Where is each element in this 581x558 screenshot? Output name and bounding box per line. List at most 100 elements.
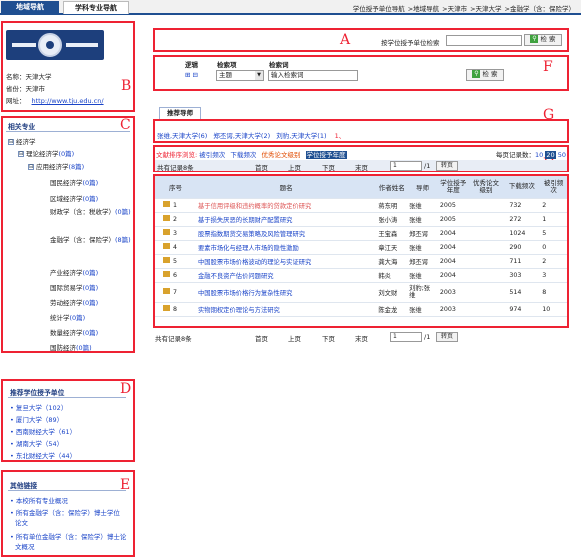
page-number-input-bottom[interactable]: 1 [390,332,422,342]
row-title-link[interactable]: 股票指数期货交易策略及风险管理研究 [195,226,377,241]
row-author[interactable]: 刘文财 [376,282,408,303]
row-author[interactable]: 蒋东明 [376,198,408,213]
remove-row-icon[interactable]: ⊟ [193,71,198,79]
pager-prev-bottom[interactable]: 上页 [288,333,301,343]
sort-by-citations[interactable]: 被引频次 [199,151,225,159]
col-header-year[interactable]: 学位授予年度 [437,176,469,199]
row-advisor[interactable]: 张维 [407,302,438,317]
other-link-item[interactable]: 所有单位金融学（含：保险学）博士论 [10,531,127,541]
recommend-item[interactable]: 东北财经大学（44） [10,450,76,460]
other-link-item-cont[interactable]: 论文 [15,517,28,527]
tree-item-regional-economics[interactable]: 区域经济学(0篇) [50,193,98,203]
row-advisor[interactable]: 郑丕谔 [407,254,438,269]
per-page-10[interactable]: 10 [535,151,543,159]
term-input[interactable]: 输入检索词 [268,70,358,81]
recommend-item[interactable]: 湖南大学（54） [10,438,63,448]
goto-page-button[interactable]: 转页 [436,161,458,171]
advisor-tab[interactable]: 推荐导师 [159,107,201,119]
field-select[interactable]: 主题 ▼ [216,70,264,81]
table-row[interactable]: 8 实物期权定价理论与方法研究 陈金龙 张维 2003 974 10 [155,302,567,317]
col-header-citations[interactable]: 被引频次 [540,176,567,199]
table-row[interactable]: 4 要素市场化与经理人市场的隐性激励 章江天 张维 2004 290 0 [155,240,567,255]
page-number-input[interactable]: 1 [390,161,422,171]
other-link-item[interactable]: 本校所有专业概况 [10,495,68,505]
per-page-20[interactable]: 20 [545,151,556,159]
row-author[interactable]: 龚大海 [376,254,408,269]
advisor-link[interactable]: 郑丕谔,天津大学(2) [213,132,270,140]
tree-item-industrial-economics[interactable]: 产业经济学(0篇) [50,267,98,277]
tab-subject-nav[interactable]: 学科专业导航 [63,1,129,14]
breadcrumb-item[interactable]: >天津市 [442,5,467,13]
row-title-link[interactable]: 金融不良资产估价问题研究 [195,268,377,283]
add-row-icon[interactable]: ⊞ [185,71,190,79]
table-row[interactable]: 2 基于损失厌恶的长期财产配置研究 张小涛 张维 2005 272 1 [155,212,567,227]
pager-last-bottom[interactable]: 末页 [355,333,368,343]
adv-search-button[interactable]: ⚲ 检 索 [466,69,504,81]
row-title-link[interactable]: 基于损失厌恶的长期财产配置研究 [195,212,377,227]
pager-last[interactable]: 末页 [355,162,368,172]
breadcrumb-item[interactable]: >地域导航 [408,5,439,13]
row-title-link[interactable]: 中国股票市场价格行为复杂性研究 [195,282,377,303]
unit-search-button[interactable]: ⚲ 检 索 [524,34,562,46]
goto-page-button-bottom[interactable]: 转页 [436,332,458,342]
sort-by-year[interactable]: 学位授予年度 [305,151,347,159]
per-page-50[interactable]: 50 [558,151,566,159]
advisor-link[interactable]: 张维,天津大学(6) [157,132,207,140]
pager-first-bottom[interactable]: 首页 [255,333,268,343]
table-row[interactable]: 5 中国股票市场价格波动的理论与实证研究 龚大海 郑丕谔 2004 711 2 [155,254,567,269]
col-header-level[interactable]: 优秀论文级别 [468,176,504,199]
tree-item-public-finance[interactable]: 财政学（含：税收学）(0篇) [50,208,132,217]
advisor-link[interactable]: 刘豹,天津大学(1) [276,132,326,140]
tree-item-statistics[interactable]: 统计学(0篇) [50,312,85,322]
pager-prev[interactable]: 上页 [288,162,301,172]
tab-region-nav[interactable]: 地域导航 [1,1,59,14]
row-title-link[interactable]: 实物期权定价理论与方法研究 [195,302,377,317]
col-header-downloads[interactable]: 下载频次 [503,176,541,199]
website-link[interactable]: http://www.tju.edu.cn/ [32,97,104,105]
table-row[interactable]: 7 中国股票市场价格行为复杂性研究 刘文财 刘豹;张维 2003 514 8 [155,282,567,303]
tree-item-economics[interactable]: ⊟ 经济学 [8,136,36,146]
recommend-item[interactable]: 复旦大学（102） [10,402,67,412]
collapse-icon[interactable]: ⊟ [28,164,34,170]
tree-item-national-economics[interactable]: 国民经济学(0篇) [50,177,98,187]
row-author[interactable]: 章江天 [376,240,408,255]
breadcrumb-item[interactable]: 学位授予单位导航 [353,5,405,13]
table-row[interactable]: 3 股票指数期货交易策略及风险管理研究 王宝森 郑丕谔 2004 1024 5 [155,226,567,241]
tree-item-finance[interactable]: 金融学（含：保险学）(8篇) [50,236,132,245]
recommend-item[interactable]: 厦门大学（89） [10,414,63,424]
row-title-link[interactable]: 要素市场化与经理人市场的隐性激励 [195,240,377,255]
row-author[interactable]: 王宝森 [376,226,408,241]
row-advisor[interactable]: 张维 [407,268,438,283]
table-row[interactable]: 1 基于信用评级和违约概率的贷款定价研究 蒋东明 张维 2005 732 2 [155,198,567,213]
other-link-item-cont[interactable]: 文概况 [15,541,35,551]
row-citations: 8 [540,282,567,303]
tree-item-applied-economics[interactable]: ⊟ 应用经济学(8篇) [28,161,84,171]
sort-by-downloads[interactable]: 下载频次 [230,151,256,159]
collapse-icon[interactable]: ⊟ [18,151,24,157]
row-author[interactable]: 陈金龙 [376,302,408,317]
row-title-link[interactable]: 中国股票市场价格波动的理论与实证研究 [195,254,377,269]
pager-next-bottom[interactable]: 下页 [322,333,335,343]
row-advisor[interactable]: 张维 [407,212,438,227]
tree-item-labor-economics[interactable]: 劳动经济学(0篇) [50,297,98,307]
row-author[interactable]: 韩炎 [376,268,408,283]
row-advisor[interactable]: 张维 [407,240,438,255]
row-title-link[interactable]: 基于信用评级和违约概率的贷款定价研究 [195,198,377,213]
tree-item-international-trade[interactable]: 国际贸易学(0篇) [50,282,98,292]
other-link-item[interactable]: 所有金融学（含：保险学）博士学位 [10,507,120,517]
collapse-icon[interactable]: ⊟ [8,139,14,145]
tree-item-quantitative-economics[interactable]: 数量经济学(0篇) [50,327,98,337]
row-author[interactable]: 张小涛 [376,212,408,227]
tree-item-defense-economics[interactable]: 国防经济(0篇) [50,342,92,352]
sort-by-level[interactable]: 优秀论文级别 [261,151,300,159]
recommend-item[interactable]: 西南财经大学（61） [10,426,76,436]
breadcrumb-item[interactable]: >天津大学 [470,5,501,13]
unit-search-input[interactable] [446,35,522,46]
pager-first[interactable]: 首页 [255,162,268,172]
row-advisor[interactable]: 郑丕谔 [407,226,438,241]
tree-item-theoretical-economics[interactable]: ⊟ 理论经济学(0篇) [18,148,74,158]
pager-next[interactable]: 下页 [322,162,335,172]
row-advisor[interactable]: 刘豹;张维 [407,282,438,303]
table-row[interactable]: 6 金融不良资产估价问题研究 韩炎 张维 2004 303 3 [155,268,567,283]
row-advisor[interactable]: 张维 [407,198,438,213]
